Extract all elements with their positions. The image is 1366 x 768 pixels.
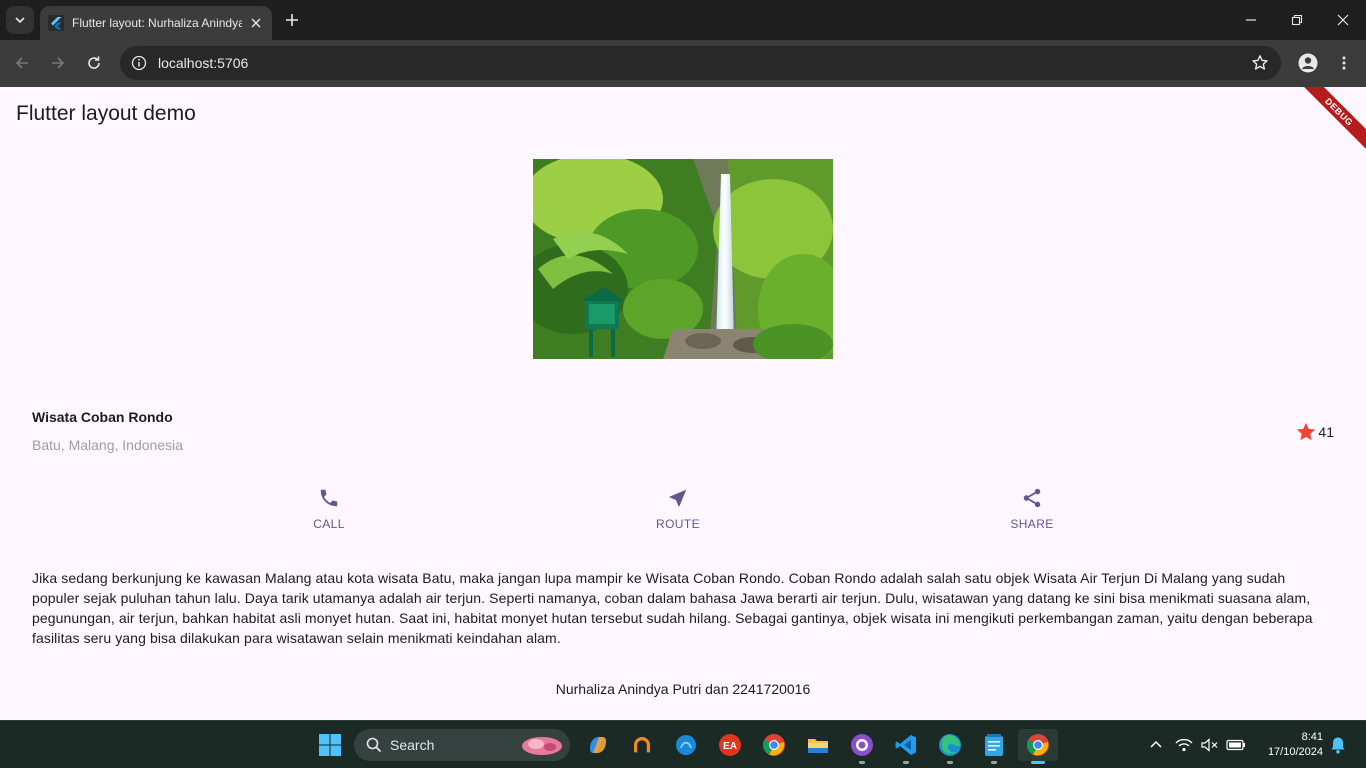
windows-logo-icon [319, 734, 341, 756]
start-button[interactable] [314, 729, 346, 761]
github-desktop-icon[interactable] [846, 729, 878, 764]
back-button[interactable] [10, 51, 34, 75]
share-label: SHARE [1010, 517, 1054, 531]
arrow-left-icon [15, 57, 28, 69]
forward-button[interactable] [46, 51, 70, 75]
wifi-icon[interactable] [1172, 729, 1196, 761]
rating-count: 41 [1318, 424, 1334, 440]
restore-button[interactable] [1274, 0, 1320, 40]
file-explorer-icon[interactable] [802, 729, 834, 761]
waterfall-image [533, 159, 833, 359]
search-icon [366, 737, 382, 753]
profile-button[interactable] [1296, 51, 1320, 75]
star-icon [1297, 422, 1316, 441]
reload-button[interactable] [82, 51, 106, 75]
tab-title: Flutter layout: Nurhaliza Anindya [72, 16, 242, 30]
restore-icon [1291, 14, 1303, 26]
favorite-rating[interactable]: 41 [1295, 421, 1334, 443]
notification-bell-icon[interactable] [1326, 729, 1350, 761]
near-me-icon [669, 489, 687, 507]
search-highlight-icon [522, 737, 562, 755]
browser-tab-strip: Flutter layout: Nurhaliza Anindya [0, 0, 1366, 40]
plus-icon [286, 14, 298, 26]
battery-icon[interactable] [1224, 729, 1248, 761]
share-icon [1023, 488, 1041, 508]
place-name: Wisata Coban Rondo [32, 409, 173, 425]
windows-taskbar: Search EA 8:41 17/10/2024 [0, 720, 1366, 768]
clock-date: 17/10/2024 [1267, 746, 1323, 758]
share-button[interactable]: SHARE [992, 487, 1072, 531]
minimize-button[interactable] [1228, 0, 1274, 40]
flutter-logo-icon [48, 15, 64, 31]
edge-icon[interactable] [934, 729, 966, 764]
close-tab-icon[interactable] [248, 15, 264, 31]
tab-search-button[interactable] [6, 6, 34, 34]
app-bar-title: Flutter layout demo [16, 102, 196, 125]
reload-icon [88, 56, 100, 69]
clock-time: 8:41 [1301, 731, 1323, 743]
vscode-icon[interactable] [890, 729, 922, 764]
close-icon [1337, 14, 1349, 26]
site-info-icon[interactable] [130, 54, 148, 72]
taskbar-search[interactable]: Search [354, 729, 570, 761]
chrome-icon[interactable] [758, 729, 790, 761]
notepad-icon[interactable] [978, 729, 1010, 764]
copilot-icon[interactable] [582, 729, 614, 761]
ea-app-icon[interactable]: EA [714, 729, 746, 761]
system-clock[interactable]: 8:41 17/10/2024 [1268, 730, 1323, 760]
arrow-right-icon [52, 57, 65, 69]
app-icon-blue[interactable] [670, 729, 702, 761]
search-label: Search [390, 737, 435, 753]
debug-banner: DEBUG [1295, 87, 1366, 156]
address-bar[interactable]: localhost:5706 [120, 46, 1281, 80]
bookmark-star-icon[interactable] [1251, 54, 1269, 72]
author-credit: Nurhaliza Anindya Putri dan 2241720016 [555, 681, 811, 697]
profile-icon [1298, 53, 1318, 73]
call-label: CALL [313, 517, 345, 531]
app-icon-orange[interactable] [626, 729, 658, 761]
flutter-app-page: Flutter layout demo DEBUG Wisata Coban R… [0, 87, 1366, 720]
volume-muted-icon[interactable] [1198, 729, 1222, 761]
route-label: ROUTE [656, 517, 700, 531]
call-button[interactable]: CALL [289, 487, 369, 531]
more-vert-icon [1342, 56, 1346, 70]
show-hidden-icons-button[interactable] [1140, 729, 1172, 761]
chrome-active-icon[interactable] [1018, 729, 1058, 764]
url-text: localhost:5706 [158, 55, 249, 71]
browser-toolbar: localhost:5706 [0, 40, 1366, 87]
route-button[interactable]: ROUTE [638, 487, 718, 531]
place-location: Batu, Malang, Indonesia [32, 437, 183, 453]
minimize-icon [1246, 19, 1256, 21]
close-window-button[interactable] [1320, 0, 1366, 40]
chevron-down-icon [15, 17, 25, 24]
new-tab-button[interactable] [282, 10, 302, 30]
browser-tab[interactable]: Flutter layout: Nurhaliza Anindya [40, 6, 272, 40]
place-description: Jika sedang berkunjung ke kawasan Malang… [32, 570, 1313, 646]
browser-menu-button[interactable] [1332, 51, 1356, 75]
chevron-up-icon [1150, 740, 1162, 748]
phone-icon [320, 489, 338, 507]
svg-text:EA: EA [723, 741, 737, 752]
